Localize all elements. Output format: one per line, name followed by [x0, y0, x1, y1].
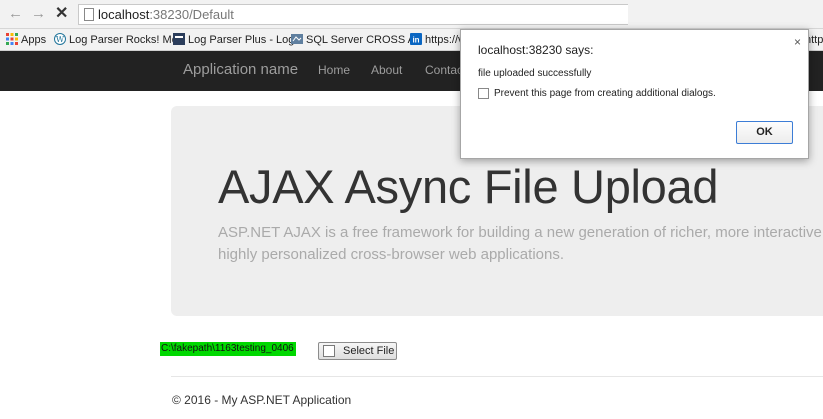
- file-icon: [323, 345, 335, 357]
- page-title: AJAX Async File Upload: [218, 160, 719, 213]
- file-path-field[interactable]: C:\fakepath\1163testing_0406: [160, 342, 296, 356]
- address-bar[interactable]: localhost:38230/Default: [78, 4, 628, 25]
- close-icon[interactable]: ×: [794, 35, 801, 49]
- bookmark-sql-server-cross-apply[interactable]: SQL Server CROSS AP: [291, 33, 422, 47]
- browser-toolbar: ← → ✕ localhost:38230/Default: [0, 0, 823, 29]
- bookmark-log-parser-rocks[interactable]: W Log Parser Rocks! Mo: [54, 33, 178, 47]
- bookmark-apps[interactable]: Apps: [6, 33, 46, 47]
- dialog-message: file uploaded successfully: [478, 68, 592, 79]
- select-file-button[interactable]: Select File: [318, 342, 397, 360]
- site-icon: [173, 33, 185, 45]
- sql-site-icon: [291, 34, 303, 44]
- forward-arrow-icon[interactable]: →: [31, 6, 46, 22]
- footer-text: © 2016 - My ASP.NET Application: [172, 393, 352, 407]
- apps-grid-icon: [6, 33, 18, 45]
- nav-about-link[interactable]: About: [371, 63, 402, 77]
- back-arrow-icon[interactable]: ←: [8, 6, 23, 22]
- ok-button[interactable]: OK: [736, 121, 793, 144]
- bookmark-log-parser-plus[interactable]: Log Parser Plus - Log: [173, 33, 294, 47]
- bookmark-linkedin[interactable]: in https://v: [410, 33, 464, 47]
- wordpress-icon: W: [54, 33, 66, 45]
- nav-home-link[interactable]: Home: [318, 63, 350, 77]
- prevent-dialogs-label[interactable]: Prevent this page from creating addition…: [494, 88, 716, 99]
- page-icon: [84, 8, 94, 21]
- prevent-dialogs-checkbox[interactable]: [478, 88, 489, 99]
- url-text: localhost:38230/Default: [98, 7, 234, 22]
- select-file-label: Select File: [343, 345, 395, 357]
- footer-divider: [171, 376, 823, 377]
- stop-loading-icon[interactable]: ✕: [55, 6, 68, 22]
- svg-text:in: in: [412, 36, 419, 45]
- svg-text:W: W: [56, 35, 65, 44]
- linkedin-icon: in: [410, 33, 422, 45]
- alert-dialog: localhost:38230 says: × file uploaded su…: [460, 29, 809, 159]
- brand-link[interactable]: Application name: [183, 61, 298, 78]
- dialog-title: localhost:38230 says:: [478, 43, 594, 57]
- lead-text: ASP.NET AJAX is a free framework for bui…: [218, 224, 823, 263]
